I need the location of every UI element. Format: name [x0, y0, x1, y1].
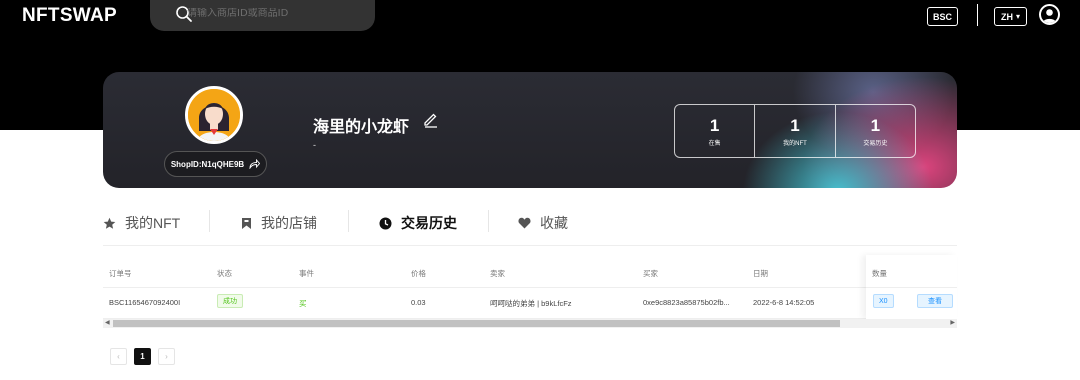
- stat-label: 交易历史: [863, 140, 888, 147]
- stat-label: 在售: [708, 140, 721, 147]
- column-header: 状态: [217, 269, 232, 278]
- buyer-link[interactable]: 0xe9c8823a85875b02fb...: [643, 298, 730, 307]
- share-icon[interactable]: [249, 159, 261, 169]
- tab-divider: [209, 210, 210, 232]
- language-label: ZH: [1000, 11, 1013, 22]
- pagination: ‹ 1 ›: [110, 348, 175, 365]
- heart-icon: [518, 217, 531, 229]
- shop-id-text: ShopID:N1qQHE9B: [170, 159, 245, 169]
- prev-page-button[interactable]: ‹: [110, 348, 127, 365]
- tab-divider: [348, 210, 349, 232]
- shop-id-badge[interactable]: ShopID:N1qQHE9B: [164, 151, 267, 177]
- stat-label: 我的NFT: [783, 140, 807, 147]
- next-page-button[interactable]: ›: [158, 348, 175, 365]
- logo[interactable]: NFTSWAP: [22, 5, 117, 27]
- profile-tabs: 我的NFT 我的店铺 交易历史 收藏: [103, 208, 957, 246]
- header-divider: [977, 4, 978, 26]
- star-icon: [103, 217, 116, 229]
- column-header: 事件: [299, 269, 314, 278]
- tab-label: 我的NFT: [125, 215, 181, 231]
- seller-link[interactable]: 呵呵哒的弟弟 | b9kLfcFz: [490, 298, 572, 309]
- tab-label: 我的店铺: [261, 215, 317, 231]
- edit-icon[interactable]: [422, 111, 439, 128]
- page-number-button[interactable]: 1: [134, 348, 151, 365]
- price-value: 0.03: [411, 298, 426, 307]
- tab-label: 收藏: [540, 215, 568, 231]
- clock-icon: [379, 217, 392, 229]
- stat-my-nft[interactable]: 1 我的NFT: [754, 105, 834, 157]
- bookmark-icon: [242, 217, 251, 229]
- event-type: 买: [299, 299, 307, 308]
- order-number[interactable]: BSC1165467092400I: [109, 298, 180, 307]
- column-header: 数量: [872, 269, 887, 278]
- stat-value: 1: [790, 115, 800, 135]
- shop-avatar: [185, 86, 243, 144]
- tab-label: 交易历史: [401, 215, 457, 231]
- tab-my-shop[interactable]: 我的店铺: [241, 212, 317, 234]
- tab-favorites[interactable]: 收藏: [518, 212, 568, 234]
- view-button[interactable]: 查看: [917, 294, 953, 308]
- stat-trade-history[interactable]: 1 交易历史: [834, 105, 915, 157]
- column-header: 订单号: [109, 269, 132, 278]
- search-input[interactable]: [187, 8, 357, 19]
- tab-my-nft[interactable]: 我的NFT: [103, 212, 180, 234]
- header-divider-line: [866, 287, 957, 288]
- scroll-thumb[interactable]: [113, 320, 840, 327]
- language-selector[interactable]: ZH ▾: [994, 7, 1027, 26]
- user-account-icon[interactable]: [1039, 4, 1060, 25]
- shop-description: -: [313, 140, 316, 150]
- tab-trade-history[interactable]: 交易历史: [379, 212, 457, 234]
- stat-value: 1: [709, 115, 720, 135]
- shop-name: 海里的小龙虾: [313, 119, 410, 136]
- column-header: 日期: [753, 269, 768, 278]
- tab-divider: [488, 210, 489, 232]
- shop-stats-panel: 1 在售 1 我的NFT 1 交易历史: [674, 104, 916, 158]
- stat-on-sale[interactable]: 1 在售: [675, 105, 754, 157]
- header-divider-line: [103, 287, 957, 288]
- chain-selector-button[interactable]: BSC: [927, 7, 958, 26]
- status-badge: 成功: [217, 294, 243, 308]
- stat-value: 1: [870, 115, 881, 135]
- quantity-badge: X0: [873, 294, 894, 308]
- chevron-down-icon: ▾: [1015, 12, 1020, 21]
- horizontal-scrollbar[interactable]: ◀ ▶: [103, 319, 957, 328]
- scroll-left-icon[interactable]: ◀: [105, 319, 110, 328]
- fixed-right-columns: 数量 X0 查看: [866, 255, 957, 319]
- column-header: 买家: [643, 269, 658, 278]
- scroll-right-icon[interactable]: ▶: [950, 319, 955, 328]
- column-header: 卖家: [490, 269, 505, 278]
- column-header: 价格: [411, 269, 426, 278]
- trade-date: 2022-6-8 14:52:05: [753, 298, 815, 307]
